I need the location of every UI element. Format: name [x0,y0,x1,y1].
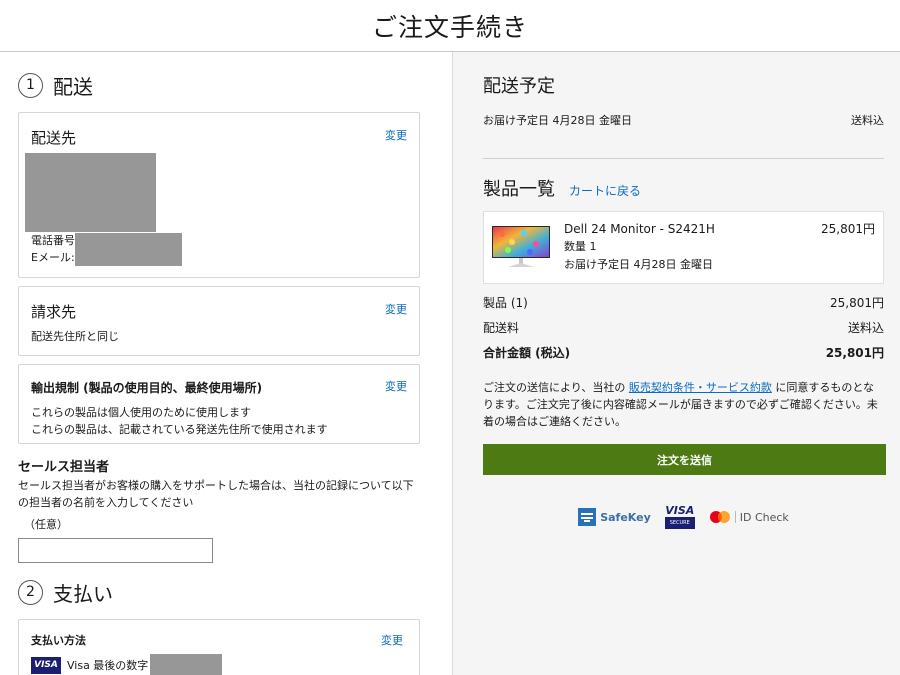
product-name: Dell 24 Monitor - S2421H [564,222,715,236]
submit-order-button[interactable]: 注文を送信 [483,444,886,475]
step-number: 2 [18,579,43,605]
billing-title: 請求先 [31,303,77,321]
product-delivery: お届け予定日 4月28日 金曜日 [564,258,713,271]
right-column: 配送予定 お届け予定日 4月28日 金曜日 送料込 製品一覧 カートに戻る De… [452,52,900,675]
delivery-shipping: 送料込 [851,114,884,127]
change-export-link[interactable]: 変更 [385,378,407,394]
export-card: 輸出規制 (製品の使用目的、最終使用場所) 変更 これらの製品は個人使用のために… [18,364,420,444]
step-number: 1 [18,72,43,98]
security-logos: SafeKey VISA SECURE ID Check [483,505,884,529]
sales-rep-desc: セールス担当者がお客様の購入をサポートした場合は、当社の記録について以下の担当者… [18,479,414,509]
summary-shipping-label: 配送料 [483,321,520,335]
summary-total-label: 合計金額 (税込) [483,346,571,360]
change-payment-link[interactable]: 変更 [381,632,403,648]
page-title: ご注文手続き [371,12,528,42]
step-title: 配送 [53,74,93,99]
idcheck-text: ID Check [739,510,789,524]
payment-step-header: 2 支払い [18,577,420,607]
left-column: 1 配送 配送先 変更 電話番号 Eメール: 請求先 変更 配送先住所と同じ 輸… [0,52,452,675]
terms-before: ご注文の送信により、当社の [483,381,629,394]
sales-rep-optional: （任意） [24,518,68,531]
shipping-step-header: 1 配送 [18,70,420,100]
amex-icon [578,508,597,526]
payment-method-title: 支払い方法 [31,634,86,647]
summary-products-label: 製品 (1) [483,296,528,310]
mastercard-icon [709,511,730,523]
sales-rep-title: セールス担当者 [18,460,110,475]
card-last-digits-label: Visa 最後の数字 [67,658,149,672]
phone-label: 電話番号 [31,234,75,247]
payment-card-row: VISA Visa 最後の数字 [31,654,407,675]
summary-shipping-row: 配送料 送料込 [483,319,884,336]
back-to-cart-link[interactable]: カートに戻る [569,182,641,199]
visa-secure-text: VISA [665,504,695,517]
products-header: 製品一覧 カートに戻る [483,173,884,201]
summary-products-row: 製品 (1) 25,801円 [483,294,884,311]
summary-total-value: 25,801円 [825,346,884,360]
terms-link[interactable]: 販売契約条件・サービス約款 [629,381,772,394]
summary-shipping-value: 送料込 [847,321,884,335]
product-qty: 数量 1 [564,240,597,253]
product-price: 25,801円 [821,222,875,236]
redacted-contact [75,233,182,266]
redacted-address [25,153,156,232]
billing-card: 請求先 変更 配送先住所と同じ [18,286,420,356]
main: 1 配送 配送先 変更 電話番号 Eメール: 請求先 変更 配送先住所と同じ 輸… [0,52,900,675]
delivery-date: お届け予定日 4月28日 金曜日 [483,114,632,127]
safekey-text: SafeKey [600,510,651,524]
amex-safekey-logo: SafeKey [578,508,651,526]
summary-products-value: 25,801円 [830,296,884,310]
email-label: Eメール: [31,251,75,264]
visa-secure-badge: SECURE [664,517,695,529]
step-title: 支払い [53,581,113,606]
sales-rep-input[interactable] [18,538,213,563]
products-title: 製品一覧 [483,179,555,200]
monitor-thumbnail [490,220,552,270]
change-address-link[interactable]: 変更 [385,127,407,143]
shipping-address-card: 配送先 変更 電話番号 Eメール: [18,112,420,278]
payment-card: 支払い方法 変更 VISA Visa 最後の数字 [18,619,420,675]
product-info: Dell 24 Monitor - S2421H 数量 1 お届け予定日 4月2… [564,220,821,283]
delivery-row: お届け予定日 4月28日 金曜日 送料込 [483,112,884,159]
page-header: ご注文手続き [0,0,900,52]
redacted-card-digits [150,654,223,675]
visa-secure-logo: VISA SECURE [664,504,695,529]
visa-icon: VISA [31,656,61,674]
monitor-icon [492,226,550,267]
shipping-address-title: 配送先 [31,129,77,147]
delivery-title: 配送予定 [483,76,555,97]
export-line-1: これらの製品は個人使用のために使用します [31,406,251,419]
change-billing-link[interactable]: 変更 [385,301,407,317]
summary-total-row: 合計金額 (税込) 25,801円 [483,344,884,361]
mastercard-idcheck-logo: ID Check [709,510,789,524]
export-line-2: これらの製品は、記載されている発送先住所で使用されます [31,423,328,436]
product-item: Dell 24 Monitor - S2421H 数量 1 お届け予定日 4月2… [483,211,884,284]
export-title: 輸出規制 (製品の使用目的、最終使用場所) [31,381,263,395]
terms-text: ご注文の送信により、当社の 販売契約条件・サービス約款 に同意するものとなります… [483,379,884,430]
billing-text: 配送先住所と同じ [31,330,119,343]
